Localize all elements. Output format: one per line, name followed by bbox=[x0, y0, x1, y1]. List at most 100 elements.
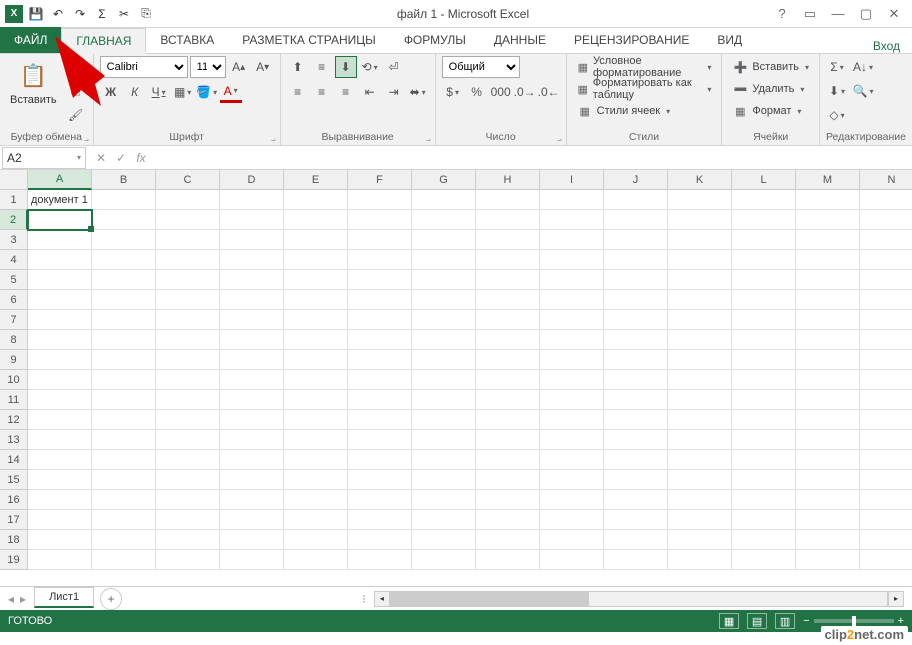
italic-button[interactable]: К bbox=[124, 81, 146, 103]
row-header[interactable]: 13 bbox=[0, 430, 28, 450]
redo-icon[interactable]: ↷ bbox=[70, 4, 90, 24]
cell[interactable] bbox=[348, 270, 412, 290]
decrease-indent-button[interactable]: ⇤ bbox=[359, 81, 381, 103]
cell[interactable] bbox=[604, 330, 668, 350]
cell[interactable] bbox=[220, 230, 284, 250]
cell[interactable] bbox=[220, 350, 284, 370]
cell[interactable] bbox=[732, 530, 796, 550]
wrap-text-button[interactable]: ⏎ bbox=[383, 56, 405, 78]
formula-input[interactable] bbox=[154, 147, 912, 169]
cell[interactable] bbox=[540, 250, 604, 270]
cell[interactable] bbox=[796, 230, 860, 250]
column-header[interactable]: D bbox=[220, 170, 284, 190]
cell[interactable] bbox=[604, 450, 668, 470]
cell[interactable] bbox=[92, 390, 156, 410]
row-header[interactable]: 5 bbox=[0, 270, 28, 290]
percent-button[interactable]: % bbox=[466, 81, 488, 103]
cell[interactable] bbox=[476, 330, 540, 350]
cell[interactable] bbox=[540, 530, 604, 550]
cell[interactable] bbox=[860, 410, 912, 430]
cell[interactable] bbox=[604, 350, 668, 370]
cell[interactable] bbox=[668, 270, 732, 290]
cell[interactable] bbox=[476, 310, 540, 330]
cell[interactable] bbox=[92, 490, 156, 510]
cell[interactable] bbox=[412, 430, 476, 450]
cell[interactable] bbox=[156, 330, 220, 350]
sheet-tab[interactable]: Лист1 bbox=[34, 587, 94, 608]
cell[interactable] bbox=[860, 550, 912, 570]
cell[interactable] bbox=[92, 470, 156, 490]
cell[interactable] bbox=[860, 250, 912, 270]
border-button[interactable]: ▦ bbox=[172, 81, 194, 103]
cell[interactable] bbox=[92, 290, 156, 310]
tab-view[interactable]: ВИД bbox=[703, 27, 756, 53]
cell[interactable] bbox=[348, 350, 412, 370]
cell[interactable] bbox=[348, 430, 412, 450]
font-size-select[interactable]: 11 bbox=[190, 56, 226, 78]
font-name-select[interactable]: Calibri bbox=[100, 56, 188, 78]
cell[interactable] bbox=[220, 330, 284, 350]
sign-in-link[interactable]: Вход bbox=[873, 39, 912, 53]
cell[interactable] bbox=[348, 310, 412, 330]
cell[interactable] bbox=[220, 430, 284, 450]
cell[interactable] bbox=[540, 450, 604, 470]
cell[interactable]: документ 1 bbox=[28, 190, 92, 210]
cell[interactable] bbox=[604, 250, 668, 270]
cell[interactable] bbox=[540, 330, 604, 350]
cell[interactable] bbox=[92, 370, 156, 390]
cell[interactable] bbox=[220, 490, 284, 510]
hscroll-thumb[interactable] bbox=[391, 592, 589, 606]
cell[interactable] bbox=[28, 490, 92, 510]
cell[interactable] bbox=[284, 370, 348, 390]
cell[interactable] bbox=[284, 510, 348, 530]
accounting-format-button[interactable]: $ bbox=[442, 81, 464, 103]
cell[interactable] bbox=[732, 250, 796, 270]
cell[interactable] bbox=[284, 230, 348, 250]
cell[interactable] bbox=[476, 530, 540, 550]
cell[interactable] bbox=[604, 470, 668, 490]
column-header[interactable]: H bbox=[476, 170, 540, 190]
cell[interactable] bbox=[732, 230, 796, 250]
cell[interactable] bbox=[796, 530, 860, 550]
cell[interactable] bbox=[284, 470, 348, 490]
add-sheet-button[interactable]: + bbox=[100, 588, 122, 610]
cell[interactable] bbox=[412, 550, 476, 570]
find-select-button[interactable]: 🔍 bbox=[852, 80, 874, 102]
cell[interactable] bbox=[796, 290, 860, 310]
cell[interactable] bbox=[220, 390, 284, 410]
cell[interactable] bbox=[220, 250, 284, 270]
grow-font-button[interactable]: A▴ bbox=[228, 56, 250, 78]
cell[interactable] bbox=[476, 230, 540, 250]
sheet-nav-next[interactable]: ▸ bbox=[20, 592, 26, 606]
cell[interactable] bbox=[540, 430, 604, 450]
clear-button[interactable]: ◇ bbox=[826, 104, 848, 126]
decrease-decimal-button[interactable]: .0← bbox=[538, 81, 560, 103]
cell[interactable] bbox=[540, 510, 604, 530]
cell[interactable] bbox=[92, 530, 156, 550]
cell[interactable] bbox=[732, 190, 796, 210]
cell[interactable] bbox=[348, 530, 412, 550]
cell[interactable] bbox=[220, 550, 284, 570]
cell[interactable] bbox=[348, 390, 412, 410]
cell[interactable] bbox=[412, 470, 476, 490]
increase-indent-button[interactable]: ⇥ bbox=[383, 81, 405, 103]
tab-file[interactable]: ФАЙЛ bbox=[0, 27, 61, 53]
cell[interactable] bbox=[860, 330, 912, 350]
cell[interactable] bbox=[860, 370, 912, 390]
cancel-formula-icon[interactable]: ✕ bbox=[92, 151, 110, 165]
cell[interactable] bbox=[540, 490, 604, 510]
cell[interactable] bbox=[284, 250, 348, 270]
cell[interactable] bbox=[284, 410, 348, 430]
cell[interactable] bbox=[92, 510, 156, 530]
row-header[interactable]: 1 bbox=[0, 190, 28, 210]
cell[interactable] bbox=[604, 510, 668, 530]
cell[interactable] bbox=[604, 550, 668, 570]
cell[interactable] bbox=[668, 310, 732, 330]
cell[interactable] bbox=[540, 470, 604, 490]
cell[interactable] bbox=[92, 550, 156, 570]
cell[interactable] bbox=[860, 430, 912, 450]
hscroll-track[interactable] bbox=[390, 591, 888, 607]
cell[interactable] bbox=[412, 250, 476, 270]
cell[interactable] bbox=[220, 310, 284, 330]
cell[interactable] bbox=[540, 390, 604, 410]
